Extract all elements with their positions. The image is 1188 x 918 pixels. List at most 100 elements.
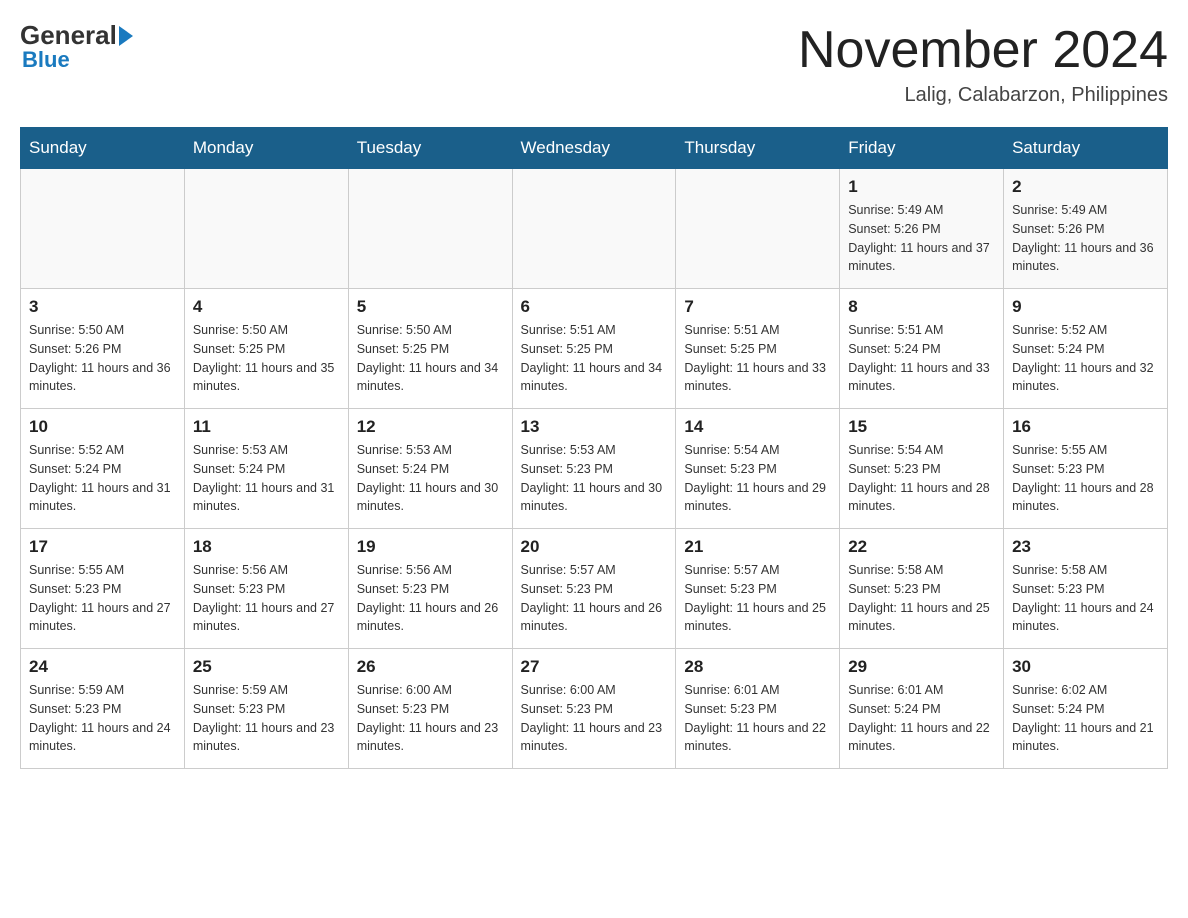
day-number: 9	[1012, 297, 1159, 317]
table-row: 14 Sunrise: 5:54 AMSunset: 5:23 PMDayligh…	[676, 409, 840, 529]
day-info: Sunrise: 5:56 AMSunset: 5:23 PMDaylight:…	[357, 561, 504, 636]
day-number: 24	[29, 657, 176, 677]
table-row	[676, 169, 840, 289]
day-info: Sunrise: 5:58 AMSunset: 5:23 PMDaylight:…	[1012, 561, 1159, 636]
table-row: 2 Sunrise: 5:49 AMSunset: 5:26 PMDaylight…	[1004, 169, 1168, 289]
day-info: Sunrise: 5:51 AMSunset: 5:25 PMDaylight:…	[684, 321, 831, 396]
day-info: Sunrise: 5:59 AMSunset: 5:23 PMDaylight:…	[193, 681, 340, 756]
col-monday: Monday	[184, 128, 348, 169]
day-info: Sunrise: 5:59 AMSunset: 5:23 PMDaylight:…	[29, 681, 176, 756]
table-row: 19 Sunrise: 5:56 AMSunset: 5:23 PMDayligh…	[348, 529, 512, 649]
day-number: 5	[357, 297, 504, 317]
table-row: 13 Sunrise: 5:53 AMSunset: 5:23 PMDayligh…	[512, 409, 676, 529]
logo-triangle-icon	[119, 26, 133, 46]
title-area: November 2024 Lalig, Calabarzon, Philipp…	[798, 20, 1168, 107]
day-info: Sunrise: 5:55 AMSunset: 5:23 PMDaylight:…	[29, 561, 176, 636]
table-row: 25 Sunrise: 5:59 AMSunset: 5:23 PMDayligh…	[184, 649, 348, 769]
day-number: 12	[357, 417, 504, 437]
day-info: Sunrise: 5:56 AMSunset: 5:23 PMDaylight:…	[193, 561, 340, 636]
day-info: Sunrise: 5:51 AMSunset: 5:24 PMDaylight:…	[848, 321, 995, 396]
calendar-week-4: 17 Sunrise: 5:55 AMSunset: 5:23 PMDayligh…	[21, 529, 1168, 649]
table-row: 12 Sunrise: 5:53 AMSunset: 5:24 PMDayligh…	[348, 409, 512, 529]
day-number: 6	[521, 297, 668, 317]
day-number: 27	[521, 657, 668, 677]
col-friday: Friday	[840, 128, 1004, 169]
logo: General Blue	[20, 20, 133, 73]
logo-blue: Blue	[22, 47, 70, 73]
day-info: Sunrise: 6:01 AMSunset: 5:23 PMDaylight:…	[684, 681, 831, 756]
day-info: Sunrise: 6:02 AMSunset: 5:24 PMDaylight:…	[1012, 681, 1159, 756]
day-number: 10	[29, 417, 176, 437]
calendar-week-2: 3Sunrise: 5:50 AMSunset: 5:26 PMDaylight…	[21, 289, 1168, 409]
day-number: 25	[193, 657, 340, 677]
day-number: 13	[521, 417, 668, 437]
day-number: 18	[193, 537, 340, 557]
day-number: 11	[193, 417, 340, 437]
page-header: General Blue November 2024 Lalig, Calaba…	[20, 20, 1168, 107]
day-info: Sunrise: 5:54 AMSunset: 5:23 PMDaylight:…	[684, 441, 831, 516]
day-info: Sunrise: 5:57 AMSunset: 5:23 PMDaylight:…	[684, 561, 831, 636]
table-row: 28 Sunrise: 6:01 AMSunset: 5:23 PMDayligh…	[676, 649, 840, 769]
table-row: 24 Sunrise: 5:59 AMSunset: 5:23 PMDayligh…	[21, 649, 185, 769]
day-info: Sunrise: 5:57 AMSunset: 5:23 PMDaylight:…	[521, 561, 668, 636]
calendar-week-5: 24 Sunrise: 5:59 AMSunset: 5:23 PMDayligh…	[21, 649, 1168, 769]
day-info: Sunrise: 6:01 AMSunset: 5:24 PMDaylight:…	[848, 681, 995, 756]
day-number: 2	[1012, 177, 1159, 197]
day-info: Sunrise: 5:52 AMSunset: 5:24 PMDaylight:…	[1012, 321, 1159, 396]
day-number: 15	[848, 417, 995, 437]
table-row: 11 Sunrise: 5:53 AMSunset: 5:24 PMDayligh…	[184, 409, 348, 529]
table-row: 3Sunrise: 5:50 AMSunset: 5:26 PMDaylight…	[21, 289, 185, 409]
day-number: 29	[848, 657, 995, 677]
table-row	[21, 169, 185, 289]
table-row	[512, 169, 676, 289]
table-row: 30 Sunrise: 6:02 AMSunset: 5:24 PMDayligh…	[1004, 649, 1168, 769]
table-row: 10Sunrise: 5:52 AMSunset: 5:24 PMDayligh…	[21, 409, 185, 529]
day-number: 19	[357, 537, 504, 557]
day-number: 17	[29, 537, 176, 557]
day-info: Sunrise: 5:53 AMSunset: 5:24 PMDaylight:…	[357, 441, 504, 516]
day-info: Sunrise: 6:00 AMSunset: 5:23 PMDaylight:…	[521, 681, 668, 756]
location-title: Lalig, Calabarzon, Philippines	[798, 84, 1168, 107]
day-number: 26	[357, 657, 504, 677]
day-number: 20	[521, 537, 668, 557]
calendar-table: Sunday Monday Tuesday Wednesday Thursday…	[20, 127, 1168, 769]
calendar-week-3: 10Sunrise: 5:52 AMSunset: 5:24 PMDayligh…	[21, 409, 1168, 529]
table-row: 15 Sunrise: 5:54 AMSunset: 5:23 PMDayligh…	[840, 409, 1004, 529]
day-info: Sunrise: 5:58 AMSunset: 5:23 PMDaylight:…	[848, 561, 995, 636]
col-thursday: Thursday	[676, 128, 840, 169]
day-number: 28	[684, 657, 831, 677]
table-row: 22 Sunrise: 5:58 AMSunset: 5:23 PMDayligh…	[840, 529, 1004, 649]
table-row: 1Sunrise: 5:49 AMSunset: 5:26 PMDaylight…	[840, 169, 1004, 289]
day-info: Sunrise: 5:54 AMSunset: 5:23 PMDaylight:…	[848, 441, 995, 516]
table-row: 6 Sunrise: 5:51 AMSunset: 5:25 PMDaylight…	[512, 289, 676, 409]
day-info: Sunrise: 5:53 AMSunset: 5:24 PMDaylight:…	[193, 441, 340, 516]
day-info: Sunrise: 5:55 AMSunset: 5:23 PMDaylight:…	[1012, 441, 1159, 516]
day-number: 23	[1012, 537, 1159, 557]
table-row: 23 Sunrise: 5:58 AMSunset: 5:23 PMDayligh…	[1004, 529, 1168, 649]
day-info: Sunrise: 5:50 AMSunset: 5:25 PMDaylight:…	[193, 321, 340, 396]
table-row: 21 Sunrise: 5:57 AMSunset: 5:23 PMDayligh…	[676, 529, 840, 649]
table-row: 7 Sunrise: 5:51 AMSunset: 5:25 PMDaylight…	[676, 289, 840, 409]
day-number: 16	[1012, 417, 1159, 437]
day-number: 22	[848, 537, 995, 557]
table-row: 5Sunrise: 5:50 AMSunset: 5:25 PMDaylight…	[348, 289, 512, 409]
table-row	[184, 169, 348, 289]
table-row: 27 Sunrise: 6:00 AMSunset: 5:23 PMDayligh…	[512, 649, 676, 769]
calendar-header-row: Sunday Monday Tuesday Wednesday Thursday…	[21, 128, 1168, 169]
day-number: 1	[848, 177, 995, 197]
day-number: 7	[684, 297, 831, 317]
table-row: 16 Sunrise: 5:55 AMSunset: 5:23 PMDayligh…	[1004, 409, 1168, 529]
day-number: 14	[684, 417, 831, 437]
day-number: 21	[684, 537, 831, 557]
table-row: 18 Sunrise: 5:56 AMSunset: 5:23 PMDayligh…	[184, 529, 348, 649]
calendar-week-1: 1 Sunrise: 5:49 AMSunset: 5:26 PMDaylight…	[21, 169, 1168, 289]
day-info: Sunrise: 5:49 AMSunset: 5:26 PMDaylight:…	[1012, 201, 1159, 276]
day-number: 30	[1012, 657, 1159, 677]
col-saturday: Saturday	[1004, 128, 1168, 169]
table-row: 20 Sunrise: 5:57 AMSunset: 5:23 PMDayligh…	[512, 529, 676, 649]
table-row: 17 Sunrise: 5:55 AMSunset: 5:23 PMDayligh…	[21, 529, 185, 649]
table-row: 4Sunrise: 5:50 AMSunset: 5:25 PMDaylight…	[184, 289, 348, 409]
day-info: Sunrise: 5:53 AMSunset: 5:23 PMDaylight:…	[521, 441, 668, 516]
table-row	[348, 169, 512, 289]
day-info: Sunrise: 5:51 AMSunset: 5:25 PMDaylight:…	[521, 321, 668, 396]
